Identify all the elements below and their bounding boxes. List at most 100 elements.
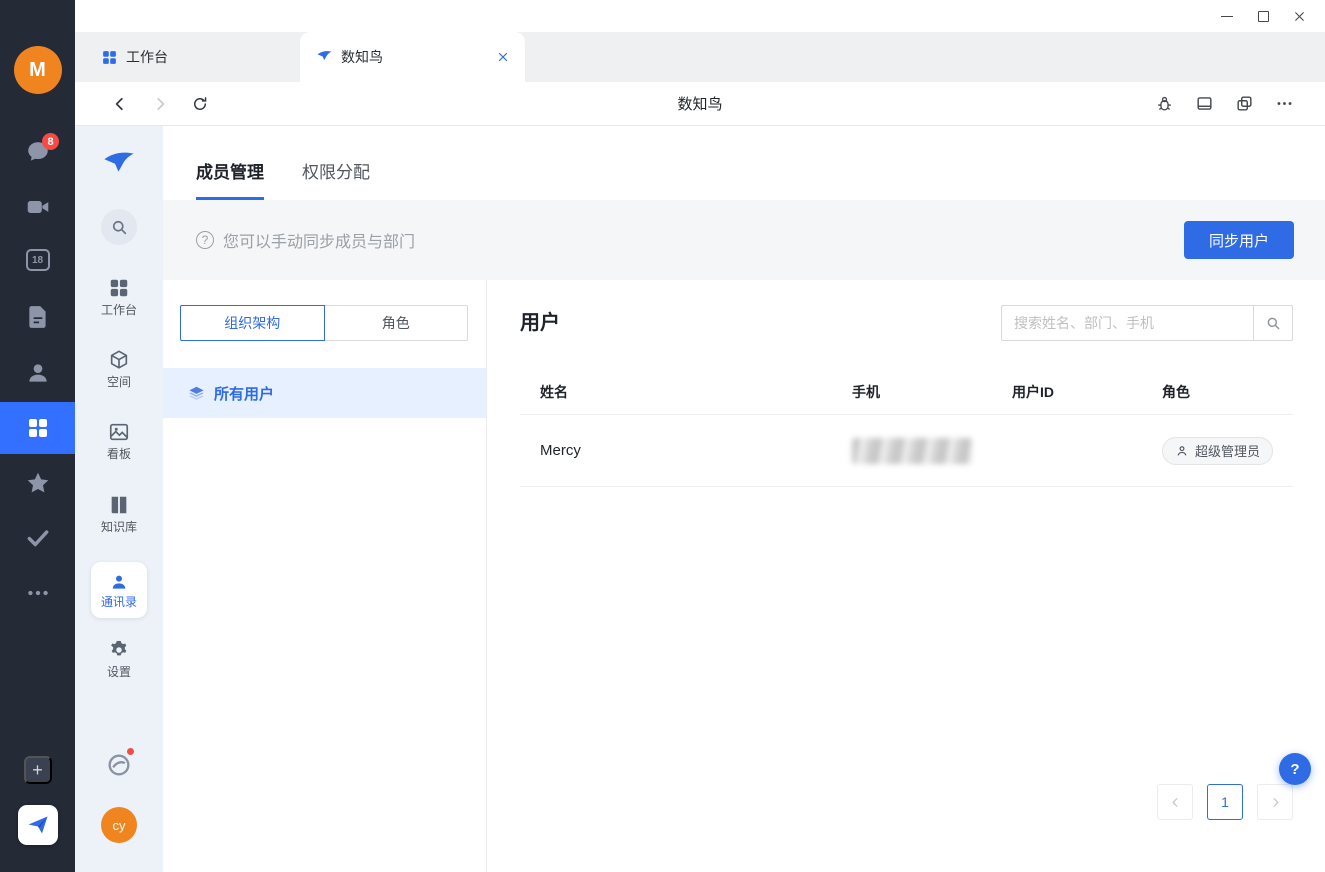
user-search-button[interactable] <box>1253 305 1293 341</box>
notification-dot <box>127 748 134 755</box>
search-icon <box>1265 315 1281 331</box>
next-page-button[interactable] <box>1257 784 1293 820</box>
sidebar-item-label: 知识库 <box>100 520 137 534</box>
column-header-name: 姓名 <box>540 384 568 400</box>
phone-redacted <box>852 437 972 464</box>
back-button[interactable] <box>108 92 132 116</box>
tree-item-all-users[interactable]: 所有用户 <box>163 368 486 418</box>
tab-shuzhiniao[interactable]: 数知鸟 <box>300 32 525 82</box>
sidebar-item-label: 工作台 <box>100 303 137 317</box>
main-column: 工作台 数知鸟 数知鸟 工作台 空间 看板 知识库 通讯录 设置 cy 成员管理… <box>75 0 1325 872</box>
tab-permission-assignment[interactable]: 权限分配 <box>302 158 370 200</box>
window-minimize-button[interactable] <box>1209 2 1245 30</box>
gear-icon <box>108 639 130 661</box>
contacts-icon[interactable] <box>25 360 51 386</box>
sidebar-item-label: 通讯录 <box>100 595 137 609</box>
info-bar: ? 您可以手动同步成员与部门 同步用户 <box>163 200 1325 280</box>
page-number-button[interactable]: 1 <box>1207 784 1243 820</box>
question-circle-icon: ? <box>196 231 214 249</box>
duplicate-icon <box>1235 94 1254 113</box>
window-maximize-button[interactable] <box>1245 2 1281 30</box>
sidebar-user-avatar[interactable]: cy <box>101 807 137 843</box>
window-mode-button[interactable] <box>1191 91 1217 117</box>
sidebar-item-board[interactable]: 看板 <box>87 421 151 460</box>
sync-users-button[interactable]: 同步用户 <box>1184 221 1294 259</box>
video-call-icon[interactable] <box>25 194 51 220</box>
debug-button[interactable] <box>1151 91 1177 117</box>
sidebar-search-button[interactable] <box>101 209 137 245</box>
users-table: 姓名 手机 用户ID 角色 Mercy 超级管理员 <box>520 370 1293 487</box>
book-icon <box>108 494 130 516</box>
chevron-right-icon <box>1269 796 1282 809</box>
app-window: M 8 18 + 工作台 数知鸟 数知鸟 工作台 空间 看板 知识库 通讯录 设… <box>0 0 1325 872</box>
close-icon <box>1293 10 1306 23</box>
tab-workbench[interactable]: 工作台 <box>85 32 300 82</box>
bug-icon <box>1155 94 1174 113</box>
user-badge-icon <box>1175 444 1189 458</box>
help-fab-button[interactable]: ? <box>1279 753 1311 785</box>
sidebar-item-space[interactable]: 空间 <box>87 349 151 388</box>
table-header-row: 姓名 手机 用户ID 角色 <box>520 370 1293 415</box>
more-dots-icon <box>1275 94 1294 113</box>
tab-bar: 工作台 数知鸟 <box>75 32 1325 82</box>
navigation-bar: 数知鸟 <box>75 82 1325 126</box>
workbench-tab-icon <box>101 49 118 66</box>
pagination: 1 <box>1157 784 1293 820</box>
forward-button[interactable] <box>148 92 172 116</box>
feishu-logo[interactable] <box>17 805 58 845</box>
user-search <box>1001 305 1293 341</box>
org-panel: 组织架构 角色 所有用户 <box>163 280 487 872</box>
window-close-button[interactable] <box>1281 2 1317 30</box>
sidebar-item-label: 看板 <box>106 447 131 461</box>
refresh-button[interactable] <box>188 92 212 116</box>
calendar-day: 18 <box>31 254 44 266</box>
nav-left-group <box>108 92 212 116</box>
more-options-button[interactable] <box>1271 91 1297 117</box>
chevron-left-icon <box>1169 796 1182 809</box>
user-name: Mercy <box>540 442 581 459</box>
shuzhiniao-tab-icon <box>316 49 333 66</box>
column-header-phone: 手机 <box>852 384 880 400</box>
info-text: 您可以手动同步成员与部门 <box>223 234 416 251</box>
more-apps-icon[interactable] <box>25 580 51 606</box>
users-panel: 用户 搜索姓名、部门、手机 姓名 手机 用户ID 角色 Mercy 超级管理员 … <box>487 280 1325 872</box>
users-panel-header: 用户 <box>520 280 1293 370</box>
open-in-new-window-button[interactable] <box>1231 91 1257 117</box>
minimize-icon <box>1221 15 1233 17</box>
user-search-input[interactable] <box>1001 305 1253 341</box>
tab-close-button[interactable] <box>493 47 513 67</box>
add-button[interactable]: + <box>23 756 52 784</box>
tasks-check-icon[interactable] <box>25 525 51 551</box>
content-tab-bar: 成员管理 权限分配 <box>163 126 1325 200</box>
tree-item-label: 所有用户 <box>214 385 275 403</box>
docs-icon[interactable] <box>25 304 51 330</box>
workspace: 工作台 空间 看板 知识库 通讯录 设置 cy 成员管理 权限分配 ? 您可以手… <box>75 126 1325 872</box>
table-row[interactable]: Mercy 超级管理员 <box>520 415 1293 487</box>
org-tree: 所有用户 <box>163 368 486 418</box>
sidebar-item-workbench[interactable]: 工作台 <box>87 277 151 316</box>
search-icon <box>110 218 128 236</box>
sidebar-item-contacts[interactable]: 通讯录 <box>91 562 147 618</box>
main-rail: M 8 18 + <box>0 0 75 872</box>
layers-icon <box>188 385 205 402</box>
sidebar-item-settings[interactable]: 设置 <box>87 639 151 678</box>
app-sidebar: 工作台 空间 看板 知识库 通讯录 设置 cy <box>75 126 163 872</box>
segment-org-structure[interactable]: 组织架构 <box>180 305 325 341</box>
column-header-role: 角色 <box>1162 384 1190 400</box>
tab-label: 数知鸟 <box>341 49 383 65</box>
shuzhiniao-logo-icon[interactable] <box>101 148 137 184</box>
tab-label: 工作台 <box>126 49 168 65</box>
workspace-rail-item[interactable] <box>0 402 75 454</box>
favorites-star-icon[interactable] <box>25 470 51 496</box>
person-icon <box>109 572 129 592</box>
prev-page-button[interactable] <box>1157 784 1193 820</box>
miniapp-logo-icon[interactable] <box>105 751 133 779</box>
calendar-icon[interactable]: 18 <box>25 249 50 271</box>
nav-right-group <box>1151 91 1297 117</box>
page-title: 数知鸟 <box>677 96 723 113</box>
avatar[interactable]: M <box>13 46 62 94</box>
sidebar-item-knowledge[interactable]: 知识库 <box>87 494 151 533</box>
segment-roles[interactable]: 角色 <box>323 305 468 341</box>
tab-member-management[interactable]: 成员管理 <box>196 158 264 200</box>
role-badge-label: 超级管理员 <box>1195 444 1261 459</box>
